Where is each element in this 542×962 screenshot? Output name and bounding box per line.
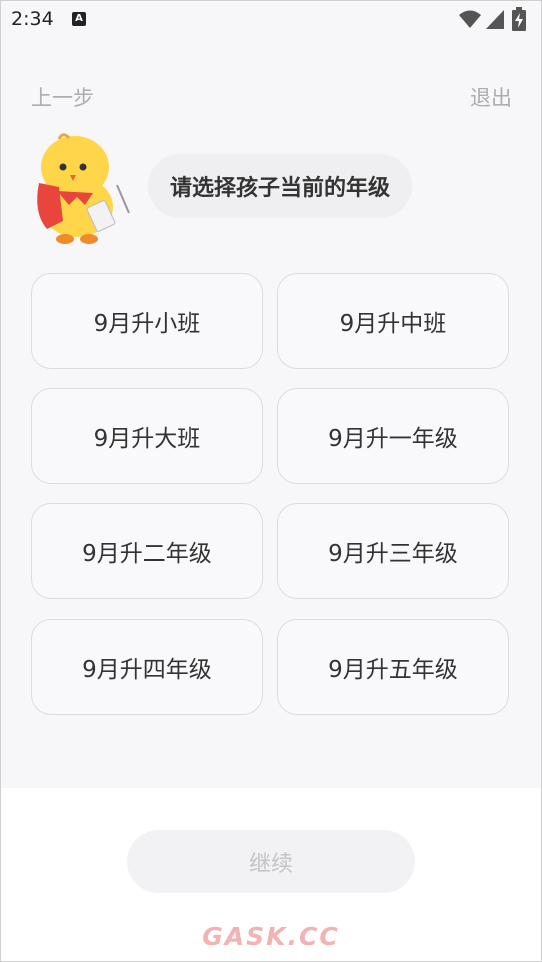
- prompt-text: 请选择孩子当前的年级: [170, 176, 391, 201]
- continue-label: 继续: [248, 851, 293, 877]
- wifi-icon: [459, 10, 481, 28]
- grade-option[interactable]: 9月升中班: [277, 273, 509, 369]
- grade-label: 9月升四年级: [82, 657, 212, 683]
- cell-signal-icon: [486, 10, 504, 29]
- prompt-bubble: 请选择孩子当前的年级: [148, 154, 413, 218]
- grade-option[interactable]: 9月升二年级: [31, 503, 263, 599]
- status-bar: 2:34 A: [0, 0, 542, 40]
- notification-icon: A: [72, 12, 86, 26]
- watermark: GASK.CC: [202, 922, 340, 951]
- grade-option[interactable]: 9月升一年级: [277, 388, 509, 484]
- grade-label: 9月升五年级: [328, 657, 458, 683]
- continue-button[interactable]: 继续: [127, 830, 415, 893]
- grade-label: 9月升一年级: [328, 426, 458, 452]
- grade-label: 9月升中班: [339, 311, 447, 337]
- back-button[interactable]: 上一步: [31, 82, 94, 112]
- grade-label: 9月升大班: [93, 426, 201, 452]
- grade-label: 9月升三年级: [328, 541, 458, 567]
- grade-label: 9月升小班: [93, 311, 201, 337]
- grade-option[interactable]: 9月升五年级: [277, 619, 509, 715]
- status-time: 2:34: [11, 8, 54, 30]
- battery-charging-icon: [512, 7, 526, 31]
- grade-option[interactable]: 9月升大班: [31, 388, 263, 484]
- mascot-chick-icon: [37, 133, 130, 244]
- grade-option[interactable]: 9月升小班: [31, 273, 263, 369]
- exit-button[interactable]: 退出: [470, 82, 512, 112]
- status-icons: [458, 7, 532, 31]
- grade-label: 9月升二年级: [82, 541, 212, 567]
- grade-option[interactable]: 9月升四年级: [31, 619, 263, 715]
- grade-option[interactable]: 9月升三年级: [277, 503, 509, 599]
